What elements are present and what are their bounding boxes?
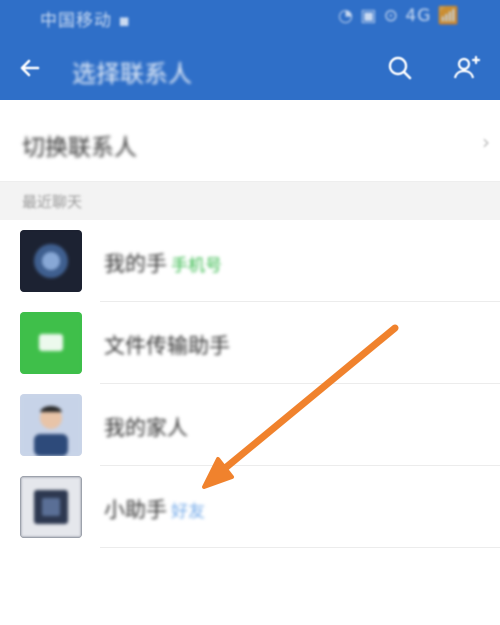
add-contact-button[interactable] (446, 48, 486, 88)
recent-chats-header: 最近聊天 (0, 182, 500, 220)
search-icon (388, 56, 412, 80)
page-title: 选择联系人 (72, 60, 192, 88)
app-bar: 中国移动 ▪︎ ◔ ▣ ⊙ 4G 📶 选择联系人 (0, 0, 500, 100)
group-header-label: 最近聊天 (22, 193, 83, 211)
add-user-icon (453, 55, 480, 79)
search-button[interactable] (380, 48, 420, 88)
contact-row[interactable]: 我的手 手机号 (0, 220, 500, 302)
contact-row[interactable]: 我的家人 (0, 384, 500, 466)
status-carrier: 中国移动 ▪︎ (40, 11, 131, 31)
contact-name: 小助手 好友 (104, 498, 205, 522)
back-button[interactable] (10, 48, 50, 88)
contact-row[interactable]: 文件传输助手 (0, 302, 500, 384)
section-row-label: 切换联系人 (22, 135, 137, 161)
contact-name: 我的手 手机号 (104, 252, 222, 276)
avatar (20, 312, 82, 374)
contact-name: 文件传输助手 (104, 334, 230, 358)
status-bar: 中国移动 ▪︎ ◔ ▣ ⊙ 4G 📶 (0, 0, 500, 36)
avatar (20, 230, 82, 292)
contact-tag: 好友 (171, 502, 205, 522)
avatar (20, 476, 82, 538)
status-indicators: ◔ ▣ ⊙ 4G 📶 (338, 6, 460, 26)
contact-row[interactable]: 小助手 好友 (0, 466, 500, 548)
switch-contacts-row[interactable]: 切换联系人 › (0, 100, 500, 182)
contact-tag: 手机号 (171, 256, 222, 276)
arrow-left-icon (20, 59, 40, 77)
toolbar: 选择联系人 (0, 36, 500, 100)
chevron-right-icon: › (482, 130, 490, 154)
avatar (20, 394, 82, 456)
contact-name: 我的家人 (104, 416, 188, 440)
